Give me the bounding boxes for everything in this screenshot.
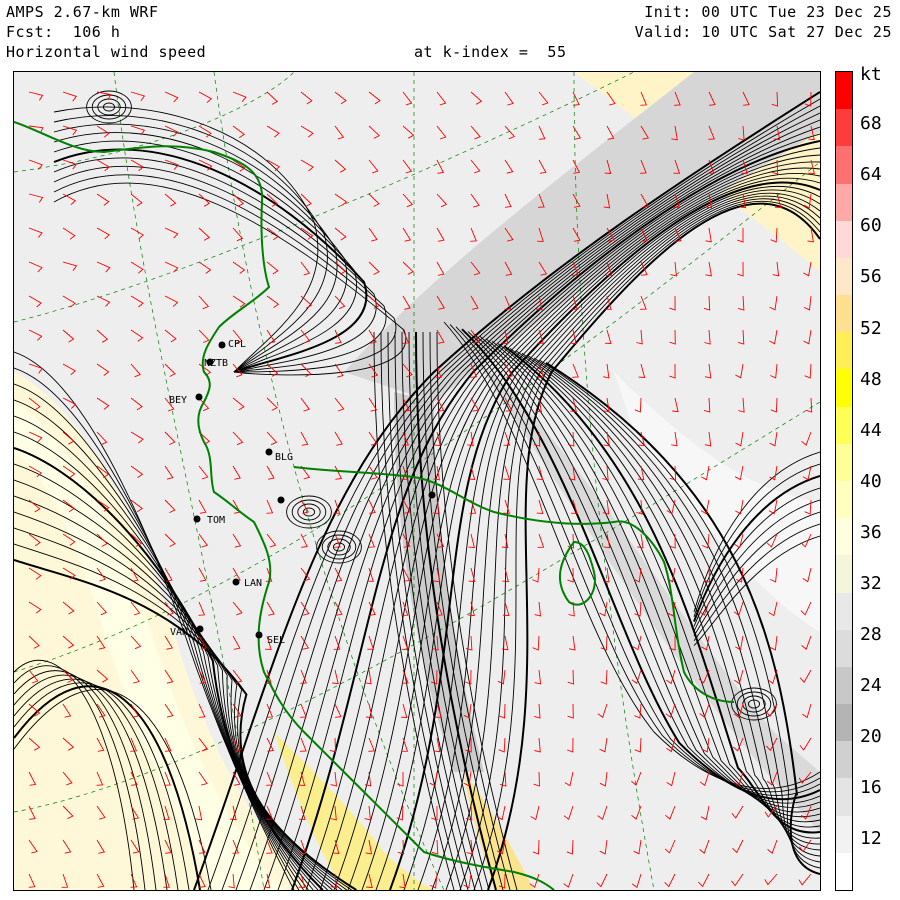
station-dot (265, 448, 273, 456)
station-label: TOM (207, 515, 225, 526)
colorbar-cell (836, 852, 852, 891)
level-label: at k-index = 55 (414, 43, 567, 61)
station-dot (193, 515, 201, 523)
colorbar-cell (836, 183, 852, 222)
colorbar-cell (836, 443, 852, 482)
colorbar-label: 28 (860, 624, 882, 645)
colorbar-label: 32 (860, 573, 882, 594)
colorbar-cell (836, 666, 852, 705)
map-canvas: CPLNZTB BEY BLG TOM LAN VAN SEL (14, 72, 820, 890)
colorbar-cell (836, 555, 852, 594)
colorbar-label: 24 (860, 675, 882, 696)
station-dot (428, 491, 436, 499)
colorbar-label: 16 (860, 777, 882, 798)
station-label: BEY (169, 395, 187, 406)
station-label: VAN (170, 627, 188, 638)
station-dot (195, 393, 203, 401)
station-label: LAN (244, 578, 262, 589)
station-label: BLG (275, 452, 293, 463)
colorbar-label: 36 (860, 522, 882, 543)
colorbar-cell (836, 518, 852, 556)
station-dot (196, 625, 204, 633)
colorbar-cell (836, 109, 852, 147)
station-label: CPL (228, 339, 246, 350)
colorbar-cell (836, 481, 852, 519)
colorbar-label: 64 (860, 164, 882, 185)
colorbar-cell (836, 257, 852, 296)
colorbar-label: 12 (860, 828, 882, 849)
colorbar-cell (836, 369, 852, 408)
station-dot (232, 578, 240, 586)
colorbar-cell (836, 332, 852, 370)
colorbar-cell (836, 72, 852, 110)
field-name: Horizontal wind speed (6, 43, 207, 61)
station-dot (218, 341, 226, 349)
colorbar-cell (836, 778, 852, 817)
colorbar-label: 60 (860, 215, 882, 236)
colorbar-label: 52 (860, 318, 882, 339)
station-label: SEL (267, 635, 285, 646)
forecast-hour: Fcst: 106 h (6, 23, 121, 41)
colorbar-unit: kt (860, 64, 882, 85)
colorbar-cell (836, 592, 852, 631)
colorbar-label: 56 (860, 266, 882, 287)
colorbar (835, 71, 853, 891)
colorbar-label: 40 (860, 471, 882, 492)
colorbar-cell (836, 629, 852, 668)
model-title: AMPS 2.67-km WRF (6, 3, 159, 21)
valid-time: Valid: 10 UTC Sat 27 Dec 25 (634, 23, 892, 41)
station-dot (255, 631, 263, 639)
init-time: Init: 00 UTC Tue 23 Dec 25 (644, 3, 892, 21)
colorbar-cell (836, 220, 852, 259)
station-dot (277, 496, 285, 504)
colorbar-label: 48 (860, 369, 882, 390)
colorbar-cell (836, 146, 852, 185)
colorbar-label: 68 (860, 113, 882, 134)
station-label: NZTB (204, 358, 228, 369)
colorbar-cell (836, 295, 852, 333)
colorbar-cell (836, 815, 852, 854)
wind-map: CPL NZTB BEY BLG TOM LAN VAN SEL (13, 71, 821, 891)
colorbar-cell (836, 406, 852, 445)
colorbar-label: 20 (860, 726, 882, 747)
colorbar-cell (836, 704, 852, 742)
colorbar-label: 44 (860, 420, 882, 441)
colorbar-cell (836, 741, 852, 779)
